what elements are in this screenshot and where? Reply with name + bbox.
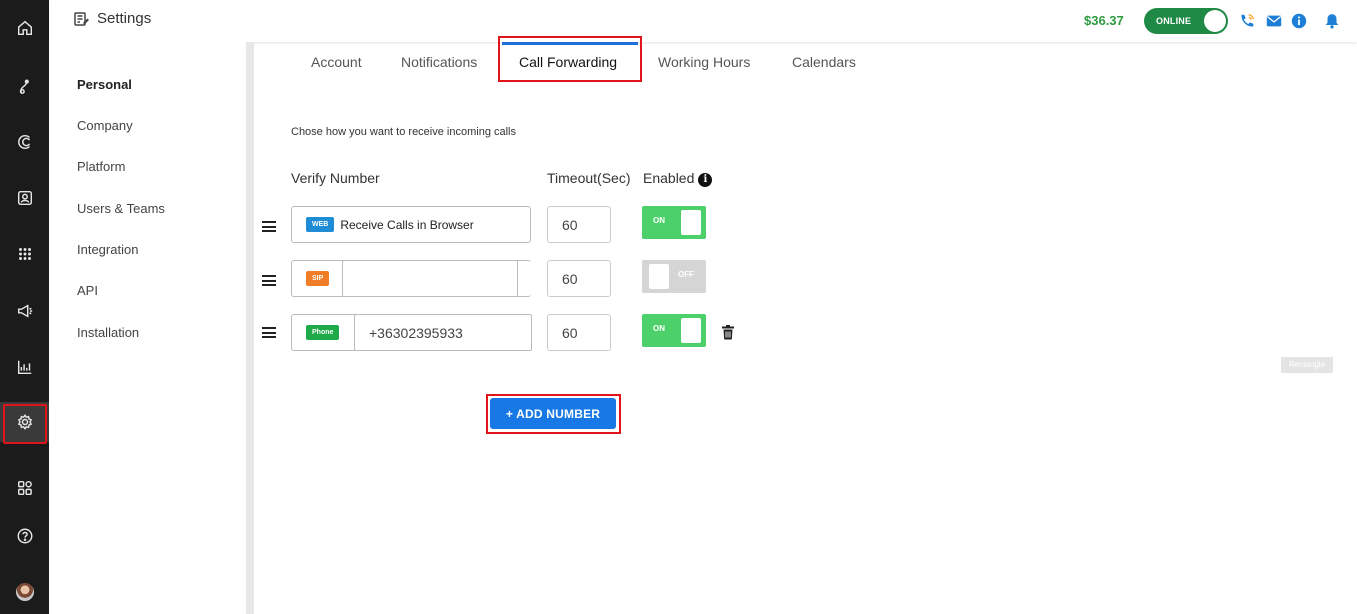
left-icon-rail bbox=[0, 0, 49, 614]
sidebar-item-company[interactable]: Company bbox=[77, 118, 133, 133]
home-icon[interactable] bbox=[0, 8, 49, 48]
settings-page-icon bbox=[74, 11, 89, 26]
reports-icon[interactable] bbox=[0, 347, 49, 387]
drag-handle-icon[interactable] bbox=[262, 275, 276, 286]
phone-wifi-icon[interactable] bbox=[1237, 11, 1257, 31]
switch-knob bbox=[681, 318, 701, 343]
help-icon[interactable] bbox=[0, 516, 49, 556]
tab-notifications[interactable]: Notifications bbox=[401, 54, 477, 70]
phone-number-input[interactable]: +36302395933 bbox=[354, 314, 532, 351]
intro-text: Chose how you want to receive incoming c… bbox=[291, 126, 517, 138]
add-number-button[interactable]: + ADD NUMBER bbox=[490, 398, 616, 429]
dialpad-icon[interactable] bbox=[0, 234, 49, 274]
number-field-phone[interactable]: Phone +36302395933 bbox=[291, 314, 532, 351]
online-status-toggle[interactable]: ONLINE bbox=[1144, 8, 1228, 34]
top-bar: Settings $36.37 ONLINE bbox=[49, 0, 1357, 42]
column-enabled-label: Enabled bbox=[643, 170, 695, 186]
rectangle-label: Rectangle bbox=[1281, 357, 1333, 373]
sidebar-item-api[interactable]: API bbox=[77, 283, 98, 298]
enabled-switch-phone[interactable]: ON bbox=[642, 314, 706, 347]
sidebar-item-installation[interactable]: Installation bbox=[77, 325, 139, 340]
phone-badge: Phone bbox=[306, 325, 340, 340]
notification-bell-icon[interactable] bbox=[1322, 11, 1342, 31]
tab-call-forwarding[interactable]: Call Forwarding bbox=[519, 54, 617, 70]
column-enabled: Enabled i bbox=[643, 170, 713, 187]
enabled-info-icon[interactable]: i bbox=[698, 173, 713, 187]
account-balance: $36.37 bbox=[1084, 13, 1124, 28]
user-avatar[interactable] bbox=[0, 572, 49, 612]
calls-icon[interactable] bbox=[0, 122, 49, 162]
switch-knob bbox=[681, 210, 701, 235]
settings-tabs: Account Notifications Call Forwarding Wo… bbox=[254, 36, 1357, 82]
mail-icon[interactable] bbox=[1264, 11, 1284, 31]
page-title-group: Settings bbox=[73, 10, 151, 27]
enabled-switch-sip[interactable]: OFF bbox=[642, 260, 706, 293]
sidebar-item-personal[interactable]: Personal bbox=[77, 77, 132, 92]
sip-badge: SIP bbox=[306, 271, 330, 286]
timeout-input[interactable]: 60 bbox=[547, 314, 611, 351]
page-title: Settings bbox=[97, 10, 152, 27]
tab-active-indicator bbox=[502, 42, 638, 45]
column-timeout: Timeout(Sec) bbox=[547, 170, 631, 186]
timeout-input[interactable]: 60 bbox=[547, 206, 611, 243]
megaphone-icon[interactable] bbox=[0, 291, 49, 331]
number-field-web[interactable]: WEB Receive Calls in Browser bbox=[291, 206, 531, 243]
drag-handle-icon[interactable] bbox=[262, 327, 276, 338]
online-toggle-knob bbox=[1204, 10, 1226, 32]
online-status-label: ONLINE bbox=[1156, 16, 1192, 26]
contacts-icon[interactable] bbox=[0, 178, 49, 218]
column-verify-number: Verify Number bbox=[291, 170, 380, 186]
switch-label: ON bbox=[653, 216, 665, 225]
info-circle-icon[interactable] bbox=[1289, 11, 1309, 31]
settings-sidebar: Personal Company Platform Users & Teams … bbox=[49, 42, 246, 614]
tab-calendars[interactable]: Calendars bbox=[792, 54, 856, 70]
sip-address-input[interactable] bbox=[342, 260, 518, 297]
sidebar-item-integration[interactable]: Integration bbox=[77, 242, 138, 257]
switch-label: OFF bbox=[678, 270, 694, 279]
web-badge: WEB bbox=[306, 217, 335, 232]
enabled-switch-web[interactable]: ON bbox=[642, 206, 706, 239]
sidebar-divider bbox=[246, 42, 254, 614]
number-field-text: Receive Calls in Browser bbox=[340, 217, 474, 232]
routing-icon[interactable] bbox=[0, 67, 49, 107]
drag-handle-icon[interactable] bbox=[262, 221, 276, 232]
switch-label: ON bbox=[653, 324, 665, 333]
settings-gear-icon[interactable] bbox=[0, 402, 49, 444]
switch-knob bbox=[649, 264, 669, 289]
timeout-input[interactable]: 60 bbox=[547, 260, 611, 297]
sidebar-item-users-teams[interactable]: Users & Teams bbox=[77, 201, 165, 216]
number-field-sip[interactable]: SIP bbox=[291, 260, 531, 297]
tab-account[interactable]: Account bbox=[311, 54, 362, 70]
tab-working-hours[interactable]: Working Hours bbox=[658, 54, 750, 70]
sidebar-item-platform[interactable]: Platform bbox=[77, 159, 125, 174]
apps-grid-icon[interactable] bbox=[0, 468, 49, 508]
trash-icon[interactable] bbox=[721, 325, 735, 340]
